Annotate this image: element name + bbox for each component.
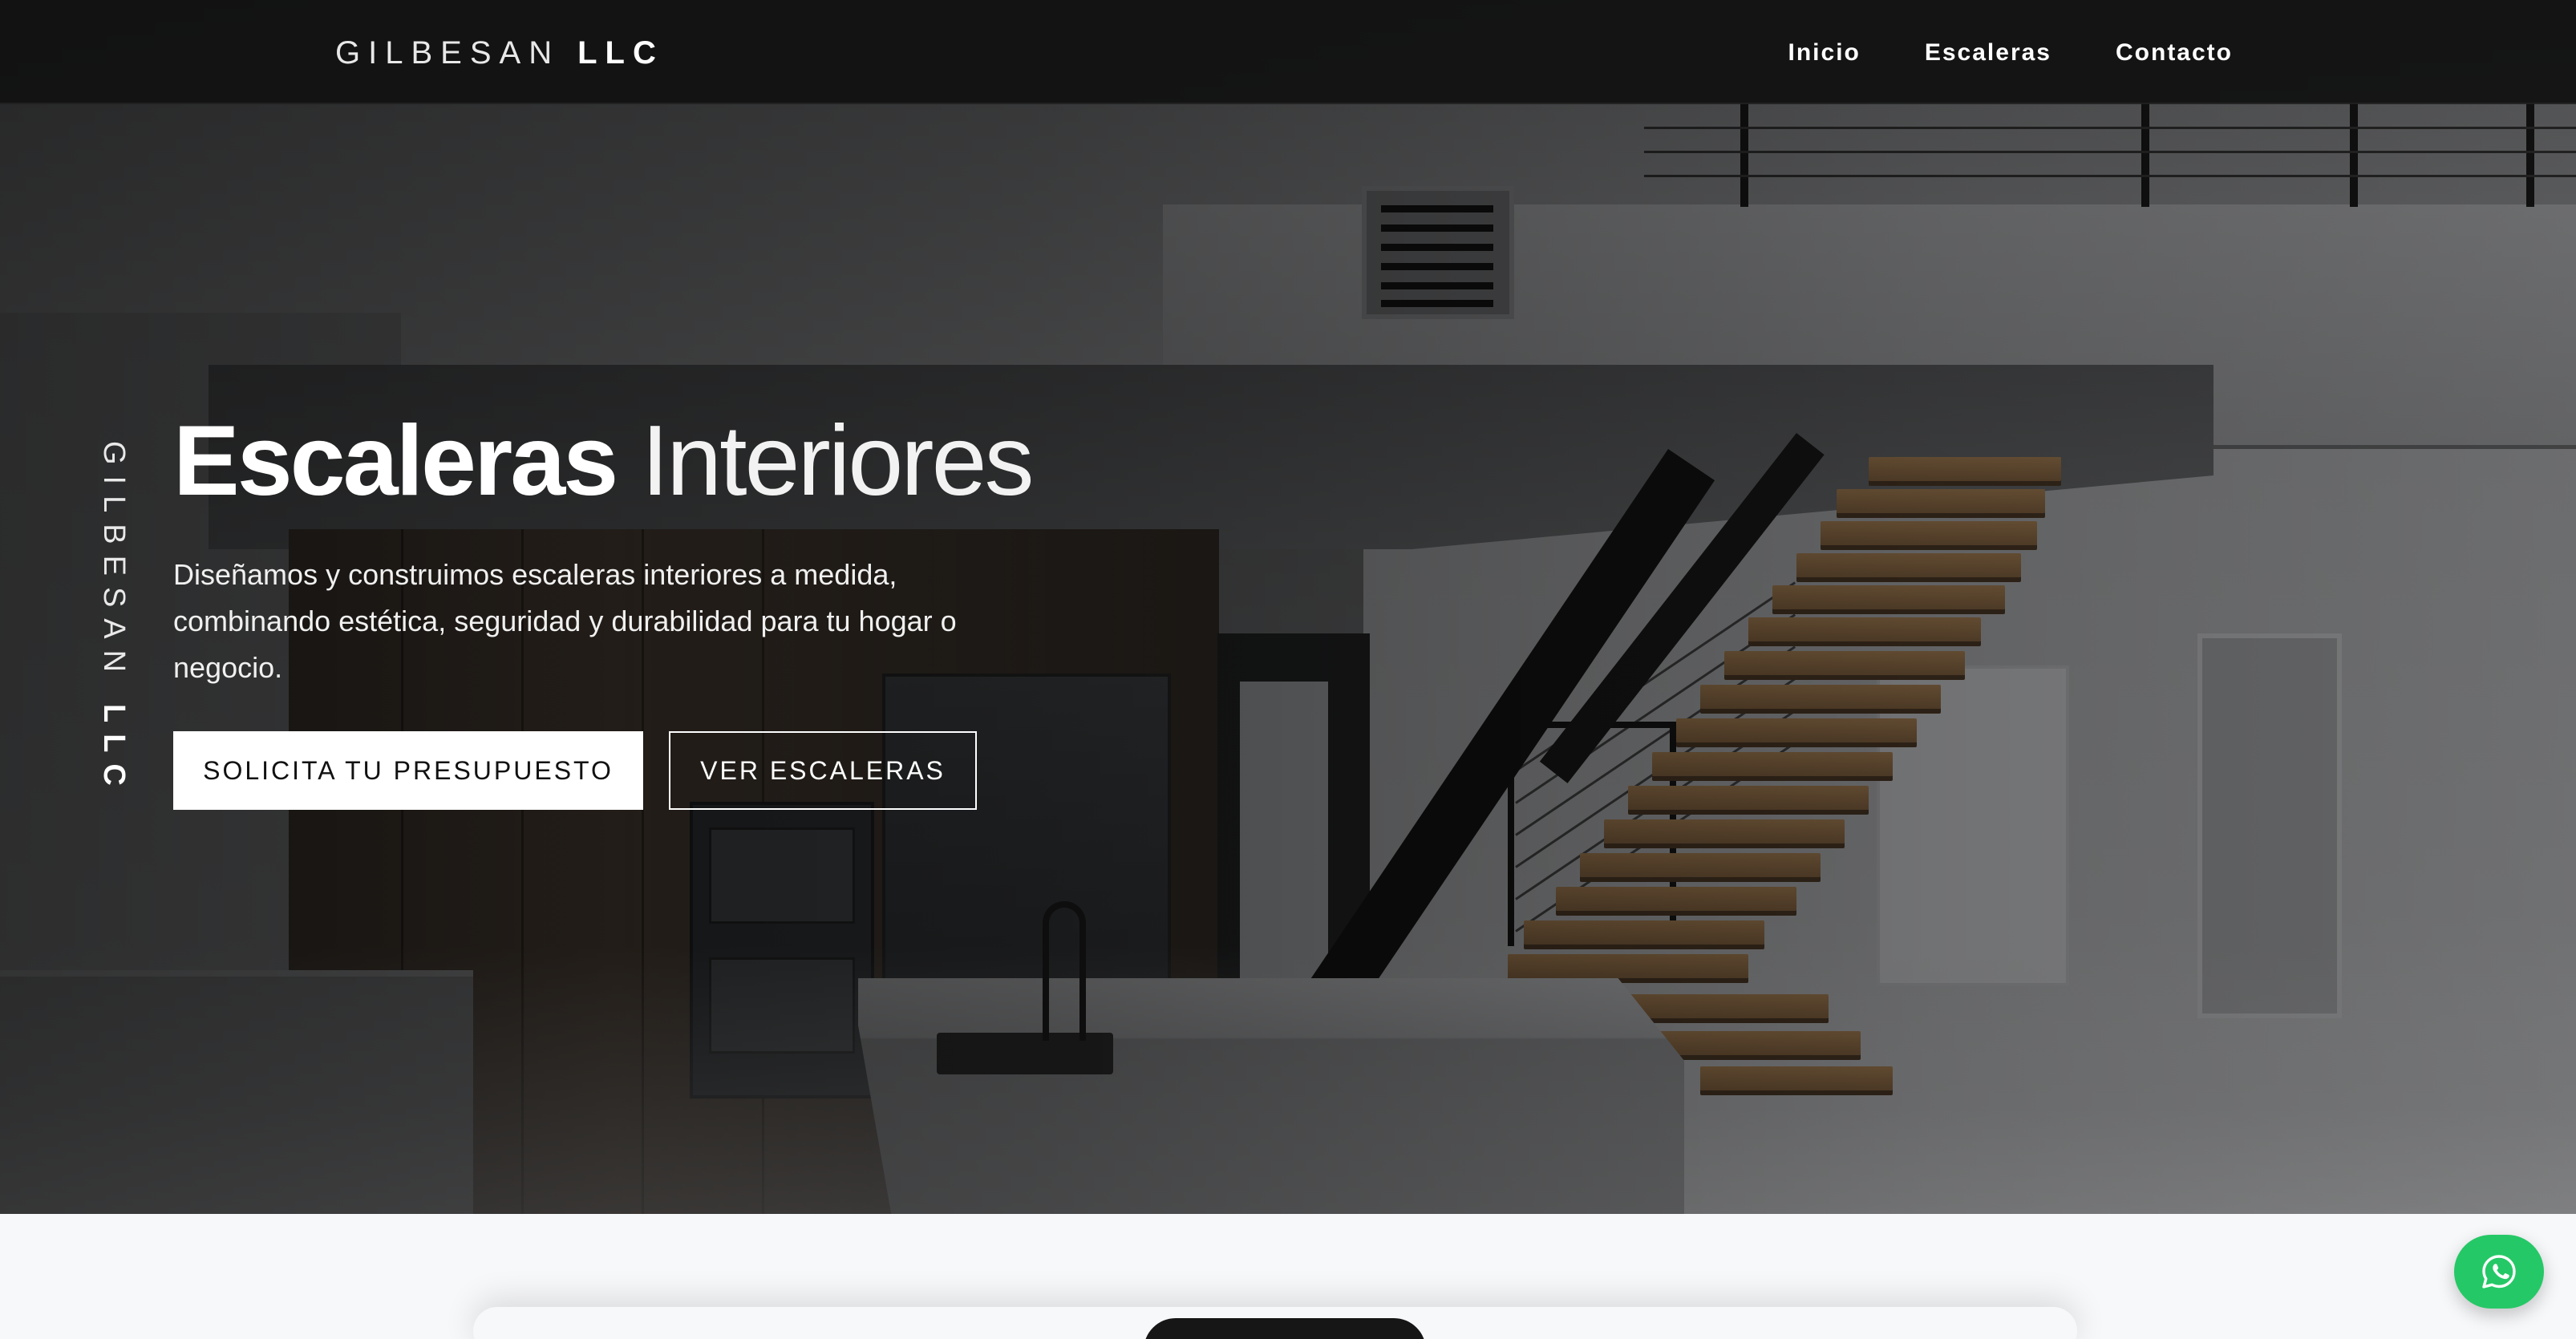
brand-name-light: GILBESAN (335, 34, 561, 71)
brand-name-bold: LLC (577, 34, 664, 71)
page: GILBESAN LLC Inicio Escaleras Contacto G… (0, 0, 2576, 1339)
nav-link-contacto[interactable]: Contacto (2116, 35, 2233, 71)
nav-link-inicio[interactable]: Inicio (1788, 35, 1861, 71)
whatsapp-icon (2482, 1255, 2516, 1288)
hero-title-light: Interiores (641, 406, 1035, 516)
navbar: GILBESAN LLC Inicio Escaleras Contacto (0, 0, 2576, 104)
hero-buttons: SOLICITA TU PRESUPUESTO VER ESCALERAS (173, 731, 1136, 810)
side-brand-light: GILBESAN (97, 441, 131, 684)
brand-logo-link[interactable]: GILBESAN LLC (335, 32, 664, 74)
side-vertical-brand: GILBESAN LLC (96, 441, 131, 797)
hero-title-bold: Escaleras (173, 406, 618, 516)
view-stairs-button[interactable]: VER ESCALERAS (669, 731, 977, 810)
request-quote-button[interactable]: SOLICITA TU PRESUPUESTO (173, 731, 643, 810)
nav-link-escaleras[interactable]: Escaleras (1925, 35, 2051, 71)
hero-description: Diseñamos y construimos escaleras interi… (173, 558, 957, 684)
hero-content: Escaleras Interiores Diseñamos y constru… (173, 401, 1136, 810)
hero-title: Escaleras Interiores (173, 401, 1136, 521)
next-section-dark-tab (1144, 1318, 1426, 1339)
whatsapp-button[interactable] (2454, 1235, 2544, 1309)
side-brand-bold: LLC (97, 704, 131, 797)
nav-menu: Inicio Escaleras Contacto (1788, 35, 2233, 71)
